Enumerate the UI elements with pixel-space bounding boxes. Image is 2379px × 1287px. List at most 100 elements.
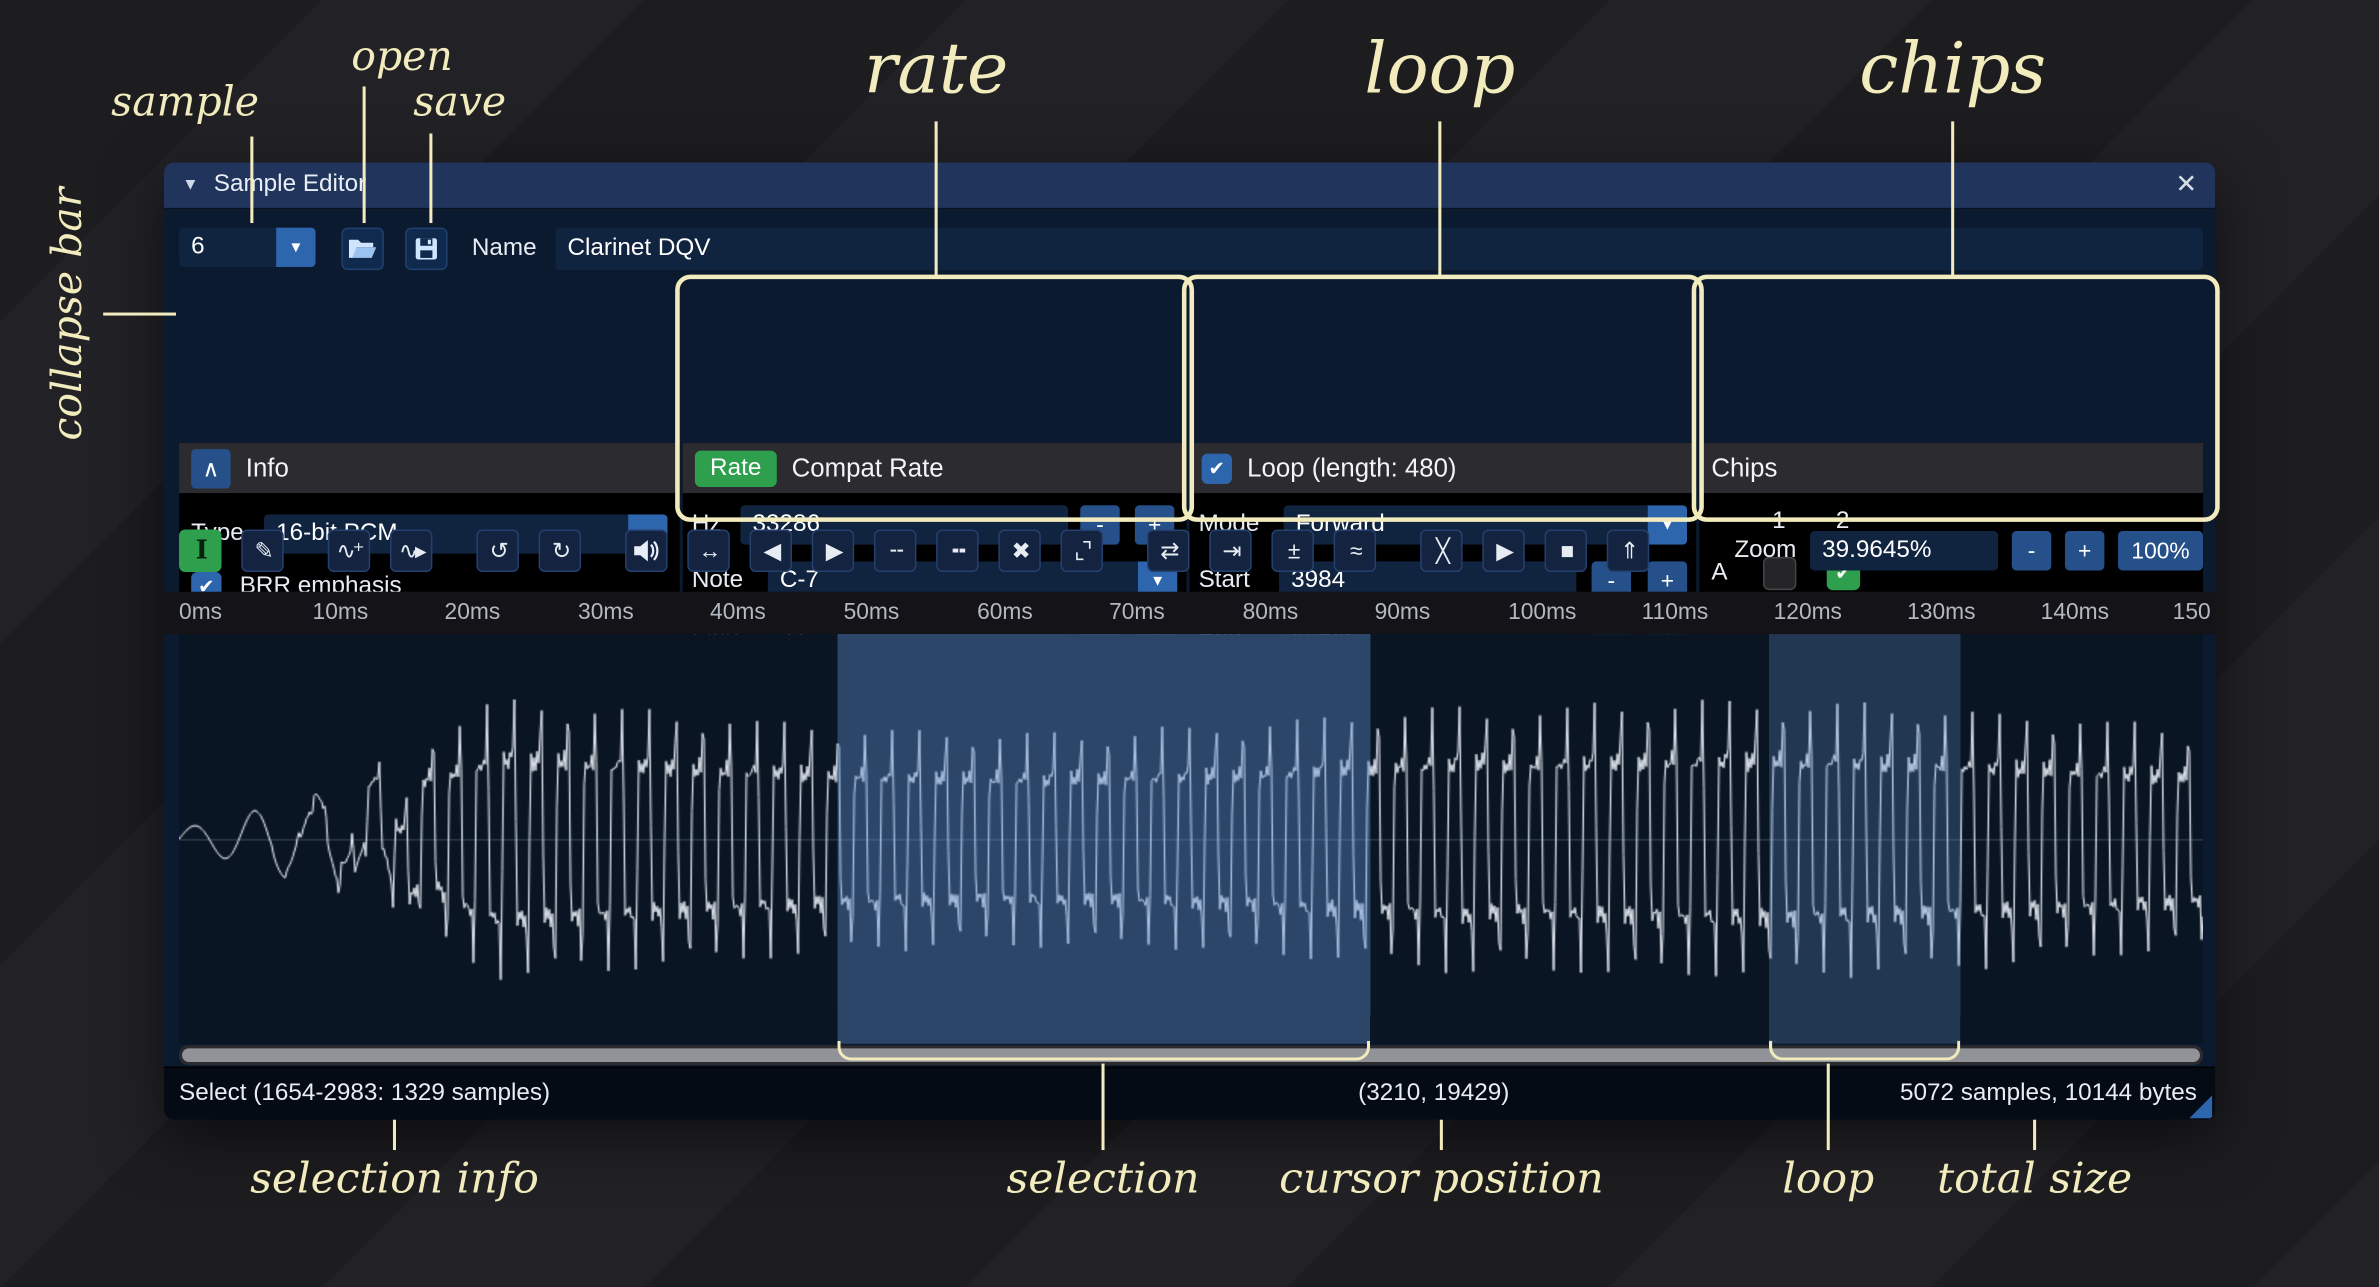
info-panel-title: Info: [246, 453, 289, 483]
annotation-save: save: [413, 79, 506, 126]
ruler-label: 80ms: [1243, 599, 1299, 625]
annotation-loop-marker: loop: [1782, 1153, 1874, 1203]
save-button[interactable]: [405, 228, 447, 270]
ruler-label: 60ms: [977, 599, 1033, 625]
collapse-bar-button[interactable]: ∧: [191, 448, 230, 487]
open-button[interactable]: [341, 228, 383, 270]
zoom-in-button[interactable]: +: [2065, 531, 2104, 570]
fade-in-button[interactable]: ◀: [750, 530, 792, 572]
check-icon: ✔: [1209, 456, 1226, 480]
normalize-button[interactable]: ↔: [687, 530, 729, 572]
time-ruler: 0ms 10ms 20ms 30ms 40ms 50ms 60ms 70ms 8…: [164, 592, 2215, 634]
annotation-line-selection-info: [393, 1120, 396, 1150]
annotation-bracket-selection: [838, 1041, 1371, 1061]
screenshot-root: ▼ Sample Editor ✕ 6 ▼ Name: [0, 0, 2379, 1287]
annotation-line-open: [363, 86, 366, 223]
trim-button[interactable]: ⌞⌝: [1061, 530, 1103, 572]
annotation-line-save: [429, 134, 432, 224]
annotation-line-loop-marker: [1827, 1064, 1830, 1150]
ruler-label: 30ms: [578, 599, 634, 625]
crossfade-button[interactable]: ╳: [1420, 530, 1462, 572]
loop-region[interactable]: [1769, 634, 1960, 1044]
sample-select-value: 6: [179, 228, 276, 267]
annotation-selection-info: selection info: [250, 1153, 539, 1203]
annotation-line-selection: [1102, 1064, 1105, 1150]
select-tool-button[interactable]: I: [179, 530, 221, 572]
annotation-line-cursor: [1440, 1120, 1443, 1150]
total-size-text: 5072 samples, 10144 bytes: [1900, 1080, 2197, 1107]
draw-tool-button[interactable]: ✎: [241, 530, 283, 572]
stop-button[interactable]: ■: [1545, 530, 1587, 572]
ruler-label: 10ms: [313, 599, 369, 625]
ruler-label: 140ms: [2041, 599, 2109, 625]
annotation-cursor-position: cursor position: [1279, 1153, 1603, 1203]
annotation-rate: rate: [864, 27, 1008, 109]
annotation-line-total-size: [2033, 1120, 2036, 1150]
undo-button[interactable]: ↺: [476, 530, 518, 572]
ruler-label: 150: [2173, 599, 2211, 625]
close-icon[interactable]: ✕: [2175, 170, 2197, 200]
floppy-save-icon: [414, 237, 438, 261]
zoom-out-button[interactable]: -: [2012, 531, 2051, 570]
invert-button[interactable]: ⇥: [1209, 530, 1251, 572]
ruler-label: 100ms: [1508, 599, 1576, 625]
annotation-line-collapse-bar: [103, 313, 176, 316]
annotation-total-size: total size: [1937, 1153, 2132, 1203]
window-collapse-icon[interactable]: ▼: [182, 176, 199, 194]
sample-toolbar: I ✎ ∿⁺ ∿▸ ↺ ↻ ↔ ◀ ▶ ╌ ╍ ✖ ⌞⌝ ⇄ ⇥: [179, 528, 2203, 574]
zoom-reset-button[interactable]: 100%: [2118, 531, 2203, 570]
annotation-selection: selection: [1006, 1153, 1199, 1203]
resize-grip[interactable]: [2189, 1095, 2212, 1118]
annotation-sample: sample: [111, 79, 259, 126]
zoom-label: Zoom: [1734, 537, 1796, 564]
cursor-position-text: (3210, 19429): [1206, 1080, 1661, 1107]
sample-editor-window: ▼ Sample Editor ✕ 6 ▼ Name: [164, 162, 2215, 1119]
loop-enable-checkbox[interactable]: ✔: [1202, 453, 1232, 483]
annotation-collapse-bar: collapse bar: [45, 188, 92, 441]
ruler-label: 110ms: [1642, 599, 1709, 625]
ruler-label: 70ms: [1109, 599, 1165, 625]
preview-button[interactable]: ▶: [1482, 530, 1524, 572]
delete-button[interactable]: ✖: [998, 530, 1040, 572]
titlebar[interactable]: ▼ Sample Editor ✕: [164, 162, 2215, 209]
speaker-icon: [633, 539, 660, 563]
status-bar: Select (1654-2983: 1329 samples) (3210, …: [164, 1067, 2215, 1120]
ruler-label: 120ms: [1774, 599, 1842, 625]
sign-button[interactable]: ±: [1271, 530, 1313, 572]
annotation-loop: loop: [1364, 27, 1515, 109]
sample-select[interactable]: 6 ▼: [179, 228, 316, 267]
rate-panel-title: Compat Rate: [792, 453, 944, 483]
make-instrument-button[interactable]: ⇑: [1607, 530, 1649, 572]
selection-info-text: Select (1654-2983: 1329 samples): [179, 1080, 550, 1107]
annotation-chips: chips: [1859, 27, 2046, 109]
resample-button[interactable]: ∿⁺: [328, 530, 370, 572]
annotation-bracket-loop: [1769, 1041, 1960, 1061]
ruler-label: 90ms: [1375, 599, 1431, 625]
volume-button[interactable]: [625, 530, 667, 572]
annotation-open: open: [351, 33, 453, 80]
ruler-label: 50ms: [844, 599, 900, 625]
fade-out-button[interactable]: ▶: [812, 530, 854, 572]
zoom-value[interactable]: 39.9645%: [1810, 531, 1998, 570]
waveform-view[interactable]: [179, 634, 2203, 1044]
window-title: Sample Editor: [214, 171, 366, 198]
chevron-down-icon[interactable]: ▼: [276, 228, 315, 267]
ruler-label: 20ms: [445, 599, 501, 625]
reverse-button[interactable]: ⇄: [1147, 530, 1189, 572]
annotation-line-sample: [250, 137, 253, 223]
rate-badge-button[interactable]: Rate: [695, 450, 777, 486]
name-input[interactable]: [555, 228, 2203, 270]
annotation-line-chips: [1951, 121, 1954, 277]
selection-region[interactable]: [838, 634, 1371, 1044]
chips-panel-title: Chips: [1711, 453, 1777, 483]
amplify-wave-button[interactable]: ∿▸: [390, 530, 432, 572]
name-label: Name: [472, 235, 537, 262]
filter-button[interactable]: ≈: [1334, 530, 1376, 572]
ruler-label: 0ms: [179, 599, 222, 625]
ruler-label: 40ms: [710, 599, 766, 625]
folder-open-icon: [347, 237, 377, 261]
insert-silence-button[interactable]: ╌: [874, 530, 916, 572]
apply-silence-button[interactable]: ╍: [936, 530, 978, 572]
redo-button[interactable]: ↻: [539, 530, 581, 572]
annotation-line-rate: [935, 121, 938, 277]
